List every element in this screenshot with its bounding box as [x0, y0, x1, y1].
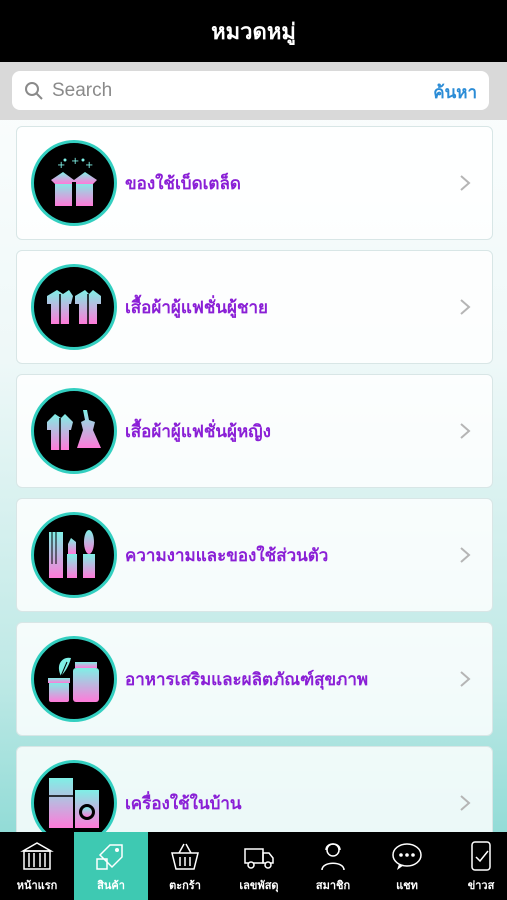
tab-label: แชท: [396, 878, 418, 892]
tab-label: ข่าวส: [467, 878, 495, 892]
bottom-tab-bar: หน้าแรก สินค้า ตะกร้า เลขพัสดุ สมาชิก แช…: [0, 832, 507, 900]
men-clothing-icon: [47, 290, 101, 324]
page-title: หมวดหมู่: [211, 19, 296, 45]
category-item[interactable]: อาหารเสริมและผลิตภัณฑ์สุขภาพ: [16, 622, 493, 736]
svg-text:+: +: [71, 156, 79, 167]
tab-chat[interactable]: แชท: [370, 832, 444, 900]
search-button[interactable]: ค้นหา: [433, 79, 477, 106]
gift-box-icon: + + +: [51, 156, 97, 206]
search-icon: [25, 81, 43, 100]
tab-label: สินค้า: [97, 878, 125, 892]
category-label: ความงามและของใช้ส่วนตัว: [125, 545, 329, 566]
product-tag-icon: [96, 843, 123, 870]
search-bar: ค้นหา: [0, 62, 507, 120]
category-icon-circle: + + +: [31, 140, 117, 226]
search-input[interactable]: [52, 75, 412, 106]
category-list: + + + ของใช้เบ็ดเตล็ด เสื้อผ้าผู้แฟชั่นผ…: [0, 120, 507, 832]
svg-text:+: +: [85, 160, 93, 171]
chevron-right-icon: [460, 299, 471, 315]
tab-label: หน้าแรก: [16, 878, 58, 892]
member-icon: [321, 842, 345, 870]
chevron-right-icon: [460, 175, 471, 191]
category-item[interactable]: เครื่องใช้ในบ้าน: [16, 746, 493, 832]
building-icon: [20, 841, 54, 870]
tab-home[interactable]: หน้าแรก: [0, 832, 74, 900]
chat-icon: [392, 842, 422, 870]
chevron-right-icon: [460, 547, 471, 563]
category-icon-circle: [31, 512, 117, 598]
category-item[interactable]: เสื้อผ้าผู้แฟชั่นผู้หญิง: [16, 374, 493, 488]
household-appliance-icon: [49, 778, 99, 828]
category-item[interactable]: ความงามและของใช้ส่วนตัว: [16, 498, 493, 612]
category-label: เสื้อผ้าผู้แฟชั่นผู้หญิง: [125, 421, 271, 442]
tab-label: สมาชิก: [315, 878, 351, 892]
category-icon-circle: [31, 264, 117, 350]
category-item[interactable]: เสื้อผ้าผู้แฟชั่นผู้ชาย: [16, 250, 493, 364]
category-label: เสื้อผ้าผู้แฟชั่นผู้ชาย: [125, 297, 269, 318]
women-clothing-icon: [47, 410, 101, 450]
tab-tracking[interactable]: เลขพัสดุ: [222, 832, 296, 900]
chevron-right-icon: [460, 795, 471, 811]
category-label: อาหารเสริมและผลิตภัณฑ์สุขภาพ: [125, 669, 369, 690]
category-label: เครื่องใช้ในบ้าน: [125, 793, 242, 814]
tab-products[interactable]: สินค้า: [74, 832, 148, 900]
news-icon: [471, 840, 491, 871]
delivery-truck-icon: [244, 847, 274, 869]
category-item[interactable]: + + + ของใช้เบ็ดเตล็ด: [16, 126, 493, 240]
tab-label: เลขพัสดุ: [239, 878, 279, 892]
supplement-icon: [48, 657, 99, 702]
chevron-right-icon: [460, 423, 471, 439]
search-box: ค้นหา: [12, 71, 489, 110]
beauty-icon: [49, 530, 95, 578]
category-icon-circle: [31, 760, 117, 832]
app-header: หมวดหมู่: [0, 0, 507, 62]
chevron-right-icon: [460, 671, 471, 687]
basket-icon: [171, 843, 199, 870]
tab-label: ตะกร้า: [169, 878, 201, 892]
tab-cart[interactable]: ตะกร้า: [148, 832, 222, 900]
svg-text:+: +: [57, 160, 65, 171]
tab-news[interactable]: ข่าวส: [444, 832, 507, 900]
category-icon-circle: [31, 388, 117, 474]
category-icon-circle: [31, 636, 117, 722]
category-label: ของใช้เบ็ดเตล็ด: [125, 173, 241, 194]
tab-member[interactable]: สมาชิก: [296, 832, 370, 900]
